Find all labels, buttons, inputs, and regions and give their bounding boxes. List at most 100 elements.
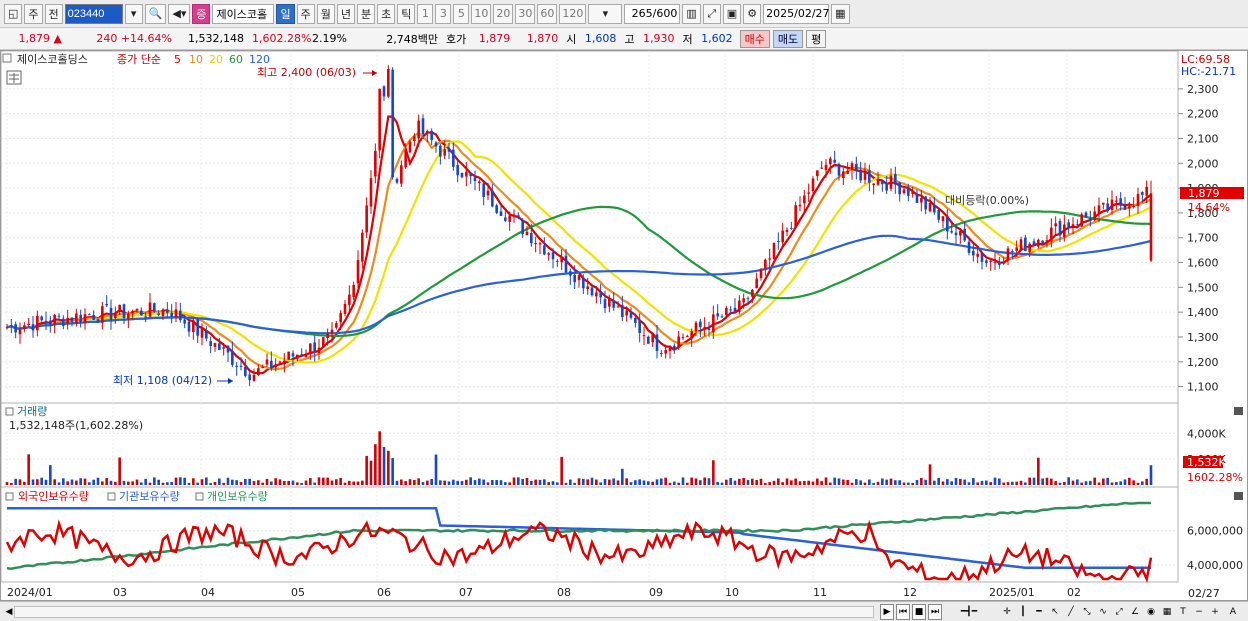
rewind-icon[interactable]: ⏮ bbox=[896, 604, 910, 620]
code-dropdown-icon[interactable]: ▾ bbox=[124, 3, 143, 24]
candle-body bbox=[53, 314, 56, 325]
volume-bar bbox=[1002, 482, 1005, 485]
zoom-slider[interactable]: ━┫━ bbox=[948, 604, 990, 620]
cross-icon[interactable]: ✛ bbox=[1000, 604, 1014, 620]
volume-bar bbox=[1024, 482, 1027, 485]
font-size-icon[interactable]: A bbox=[1226, 604, 1240, 620]
period-tick[interactable]: 틱 bbox=[397, 3, 416, 24]
period-minute[interactable]: 분 bbox=[356, 3, 376, 24]
volume-bar bbox=[222, 482, 225, 485]
period-second[interactable]: 초 bbox=[377, 3, 396, 24]
candle-body bbox=[521, 219, 524, 234]
candle-body bbox=[196, 319, 199, 336]
low-annotation: 최저 1,108 (04/12) bbox=[113, 374, 212, 387]
save-icon[interactable]: ▣ bbox=[722, 3, 742, 24]
volume-bar bbox=[846, 479, 849, 485]
candle-body bbox=[855, 163, 858, 171]
scroll-track[interactable] bbox=[14, 606, 874, 618]
quote-bar: 1,879 ▲ 240 +14.64% 1,532,148 1,602.28% … bbox=[0, 28, 1248, 50]
interval-10[interactable]: 10 bbox=[471, 3, 492, 24]
volume-bar bbox=[868, 479, 871, 485]
search-icon[interactable]: 🔍 bbox=[144, 3, 167, 24]
volume-bar bbox=[681, 477, 685, 485]
buy-button[interactable]: 매수 bbox=[739, 29, 770, 48]
zoom-out-icon[interactable]: − bbox=[1192, 604, 1206, 620]
chart-type-icon[interactable]: ◱ bbox=[4, 3, 23, 24]
eval-button[interactable]: 평 bbox=[806, 29, 827, 48]
holding-close-icon[interactable] bbox=[1234, 492, 1243, 500]
volume-bar bbox=[898, 480, 901, 485]
wave-tool-icon[interactable]: ∿ bbox=[1096, 604, 1110, 620]
volume-bar bbox=[473, 480, 477, 485]
line-tool-icon[interactable]: ┃ bbox=[1016, 604, 1030, 620]
period-year[interactable]: 년 bbox=[336, 3, 355, 24]
volume-bar bbox=[512, 477, 516, 485]
draw-tool-icon[interactable]: ⤢ bbox=[702, 3, 721, 24]
interval-120[interactable]: 120 bbox=[559, 3, 587, 24]
volume-bar bbox=[703, 477, 706, 485]
volume-bar bbox=[352, 481, 355, 485]
chart-area[interactable]: 2,3002,2002,1002,0001,9001,8001,7001,600… bbox=[0, 50, 1248, 601]
fib-tool-icon[interactable]: ⤡ bbox=[1080, 604, 1094, 620]
candle-body bbox=[842, 171, 845, 179]
hline-tool-icon[interactable]: ━ bbox=[1032, 604, 1046, 620]
camera-icon[interactable]: ◉ bbox=[1144, 604, 1158, 620]
cycle-tool-icon[interactable]: ⤢ bbox=[1112, 604, 1126, 620]
arrow-tool-icon[interactable]: ↖ bbox=[1048, 604, 1062, 620]
ma-legend-5: 5 bbox=[174, 53, 181, 66]
stop-icon[interactable]: ■ bbox=[912, 604, 926, 620]
volume-bar bbox=[127, 481, 130, 485]
interval-5[interactable]: 5 bbox=[453, 3, 470, 24]
calendar-icon[interactable]: ▦ bbox=[831, 3, 850, 24]
volume-bar bbox=[534, 479, 537, 485]
zoom-in-icon[interactable]: + bbox=[1208, 604, 1222, 620]
sell-button[interactable]: 매도 bbox=[772, 29, 804, 48]
volume-tick-label: 4,000K bbox=[1187, 427, 1226, 440]
candle-settings-icon[interactable]: ▥ bbox=[682, 3, 701, 24]
text-tool-icon[interactable]: T bbox=[1176, 604, 1190, 620]
play-icon[interactable]: ⏭ bbox=[928, 604, 942, 620]
price-tick-label: 2,200 bbox=[1187, 108, 1219, 121]
trend-tool-icon[interactable]: ╱ bbox=[1064, 604, 1078, 620]
count-input[interactable]: 265/600 bbox=[624, 3, 681, 24]
gear-icon[interactable]: ⚙ bbox=[743, 3, 762, 24]
volume-bar bbox=[972, 478, 975, 485]
volume-bar bbox=[924, 479, 927, 485]
holding-tick-label: 6,000,000 bbox=[1187, 525, 1243, 538]
interval-3[interactable]: 3 bbox=[435, 3, 452, 24]
period-week[interactable]: 주 bbox=[296, 3, 315, 24]
scroll-right-icon[interactable]: ▶ bbox=[880, 604, 894, 620]
candle-body bbox=[1115, 200, 1118, 202]
angle-tool-icon[interactable]: ∠ bbox=[1128, 604, 1142, 620]
volume-bar bbox=[114, 481, 117, 485]
speaker-icon[interactable]: ◀▾ bbox=[168, 3, 191, 24]
prev-button[interactable]: 전 bbox=[44, 3, 63, 24]
volume-close-icon[interactable] bbox=[1234, 407, 1243, 415]
volume-bar bbox=[824, 477, 828, 485]
volume-bar bbox=[933, 480, 936, 485]
candle-body bbox=[525, 231, 529, 236]
volume-bar bbox=[712, 460, 715, 485]
ma-legend-60: 60 bbox=[229, 53, 243, 66]
volume-bar bbox=[530, 480, 533, 485]
interval-1[interactable]: 1 bbox=[417, 3, 434, 24]
grid-icon[interactable]: ▦ bbox=[1160, 604, 1174, 620]
interval-30[interactable]: 30 bbox=[515, 3, 536, 24]
period-month[interactable]: 월 bbox=[316, 3, 335, 24]
period-day[interactable]: 일 bbox=[276, 3, 295, 24]
type-select[interactable]: 주 bbox=[24, 3, 43, 24]
interval-20[interactable]: 20 bbox=[493, 3, 514, 24]
interval-dropdown[interactable]: ▾ bbox=[588, 3, 623, 24]
volume-bar bbox=[577, 478, 581, 485]
candle-body bbox=[439, 145, 442, 157]
volume-bar bbox=[551, 481, 555, 485]
volume-bar bbox=[291, 480, 295, 485]
volume-bar bbox=[326, 477, 329, 485]
volume-bar bbox=[196, 482, 199, 485]
date-input[interactable]: 2025/02/27 bbox=[763, 3, 830, 24]
volume-bar bbox=[707, 478, 711, 485]
code-input[interactable] bbox=[64, 3, 123, 24]
interval-60[interactable]: 60 bbox=[537, 3, 558, 24]
candle-body bbox=[127, 313, 130, 319]
volume-bar bbox=[1141, 481, 1144, 485]
